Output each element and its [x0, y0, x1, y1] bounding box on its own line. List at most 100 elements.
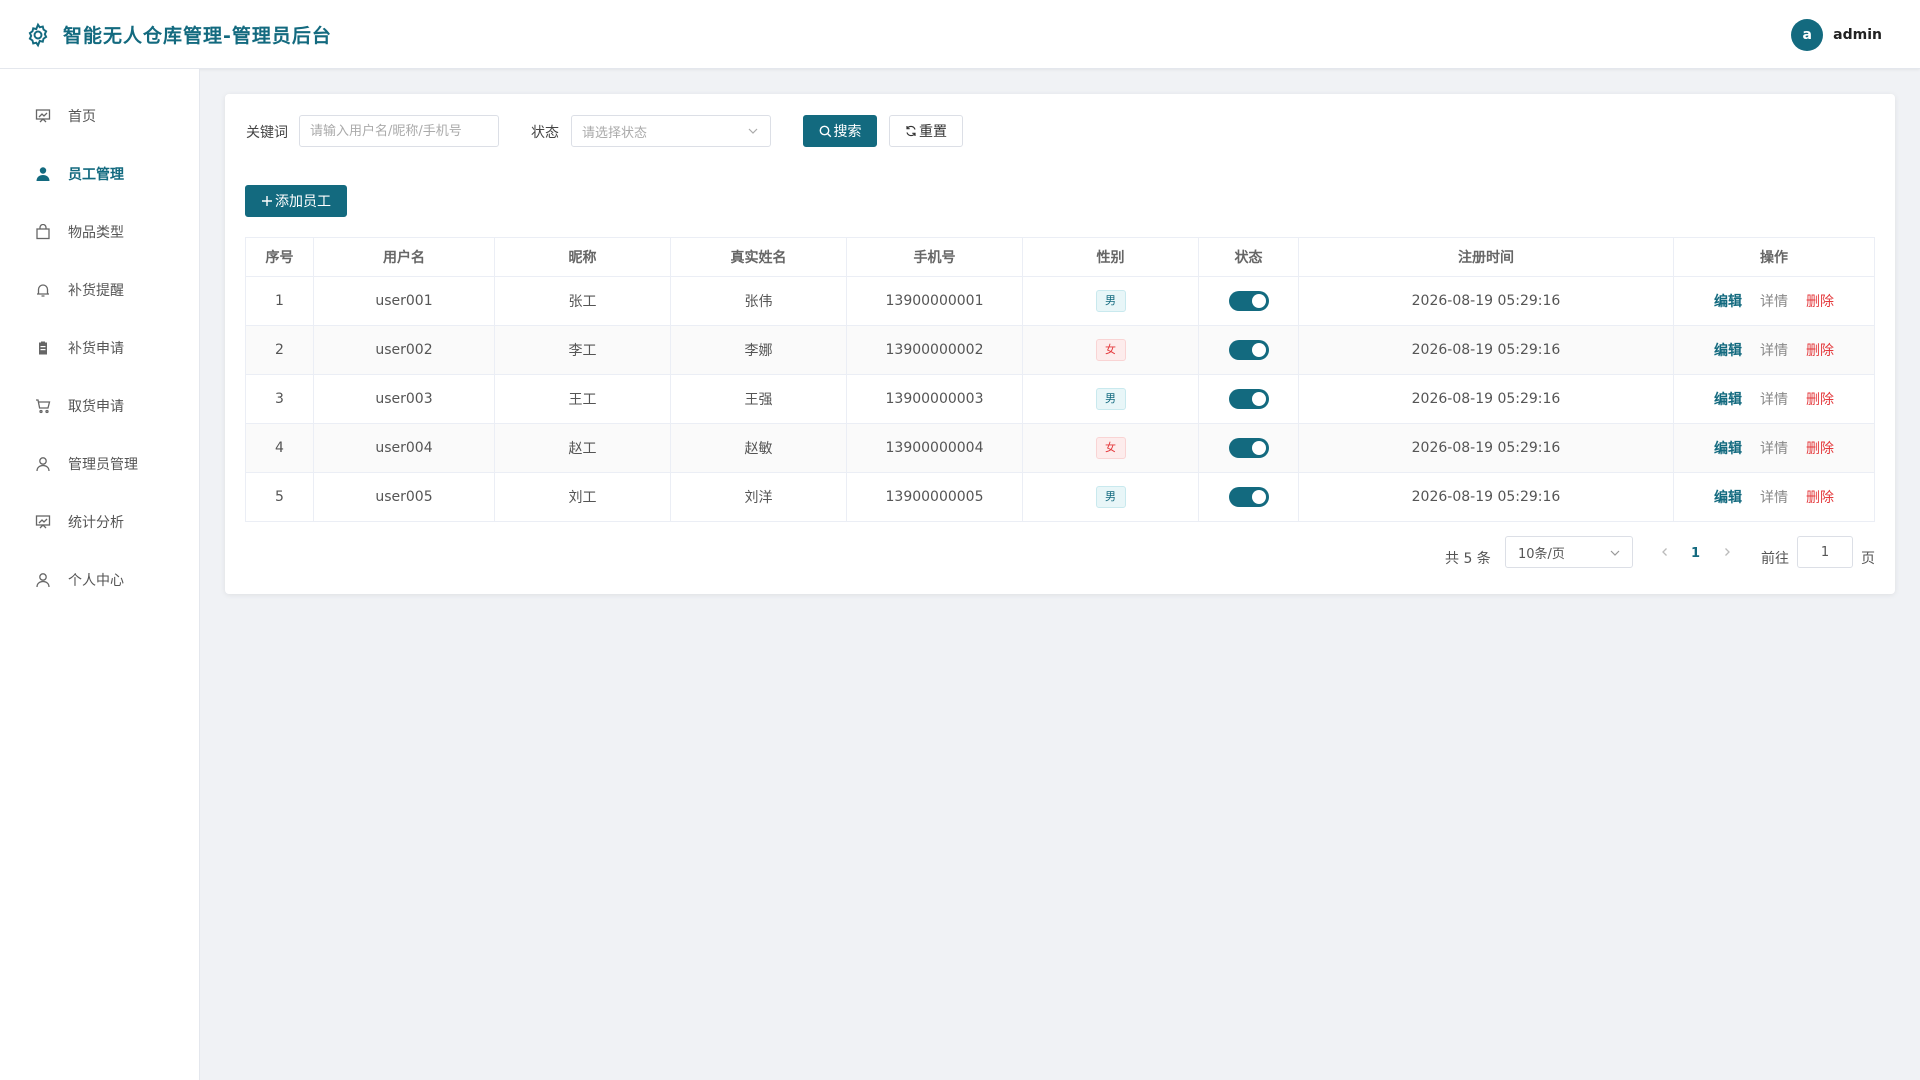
- user-filled-icon: [34, 165, 52, 183]
- cell-gender: 男: [1022, 472, 1199, 522]
- goto-label: 前往: [1761, 551, 1789, 567]
- delete-link[interactable]: 删除: [1806, 343, 1834, 359]
- delete-link[interactable]: 删除: [1806, 294, 1834, 310]
- cell-status: [1198, 276, 1299, 326]
- detail-link[interactable]: 详情: [1760, 294, 1788, 310]
- status-select-placeholder: 请选择状态: [582, 125, 648, 141]
- keyword-input[interactable]: [299, 115, 499, 147]
- clipboard-icon: [34, 339, 52, 357]
- keyword-label: 关键词: [246, 125, 288, 141]
- cell-index: 3: [245, 374, 314, 424]
- sidebar-item-label: 取货申请: [68, 399, 124, 415]
- user-icon: [34, 455, 52, 473]
- chart-board-icon: [34, 513, 52, 531]
- main-card: 关键词 状态 请选择状态 搜索 重置 添加员工 序号 用户名 昵称: [225, 94, 1895, 594]
- cart-icon: [34, 397, 52, 415]
- table-row: 2 user002 李工 李娜 13900000002 女 2026-08-19…: [245, 325, 1875, 375]
- avatar[interactable]: a: [1791, 19, 1824, 51]
- cell-index: 1: [245, 276, 314, 326]
- page-size-select[interactable]: 10条/页: [1505, 536, 1633, 568]
- cell-status: [1198, 472, 1299, 522]
- cell-username: user005: [313, 472, 495, 522]
- reset-button-label: 重置: [919, 124, 947, 140]
- status-toggle[interactable]: [1228, 389, 1269, 409]
- cell-status: [1198, 423, 1299, 473]
- chevron-right-icon: [1725, 548, 1730, 556]
- goto-page-input[interactable]: [1797, 536, 1853, 568]
- detail-link[interactable]: 详情: [1760, 343, 1788, 359]
- sidebar-item-restock-request[interactable]: 补货申请: [0, 328, 199, 368]
- refresh-icon: [905, 125, 917, 137]
- page-size-value: 10条/页: [1518, 546, 1565, 562]
- add-staff-button-label: 添加员工: [275, 194, 331, 210]
- detail-link[interactable]: 详情: [1760, 490, 1788, 506]
- cell-gender: 男: [1022, 276, 1199, 326]
- user-menu[interactable]: a admin: [1791, 19, 1882, 51]
- cell-phone: 13900000002: [846, 325, 1023, 375]
- sidebar-item-profile[interactable]: 个人中心: [0, 560, 199, 600]
- table-row: 3 user003 王工 王强 13900000003 男 2026-08-19…: [245, 374, 1875, 424]
- gender-tag: 女: [1095, 437, 1126, 459]
- bell-icon: [34, 281, 52, 299]
- add-staff-button[interactable]: 添加员工: [245, 185, 347, 217]
- cell-phone: 13900000005: [846, 472, 1023, 522]
- column-header: 真实姓名: [670, 237, 847, 277]
- username[interactable]: admin: [1833, 27, 1882, 43]
- toggle-knob: [1251, 294, 1266, 308]
- delete-link[interactable]: 删除: [1806, 392, 1834, 408]
- detail-link[interactable]: 详情: [1760, 392, 1788, 408]
- user-icon: [34, 571, 52, 589]
- page-number-current[interactable]: 1: [1691, 546, 1700, 561]
- reset-button[interactable]: 重置: [889, 115, 963, 147]
- sidebar-item-statistics[interactable]: 统计分析: [0, 502, 199, 542]
- cell-actions: 编辑 详情 删除: [1673, 374, 1875, 424]
- status-toggle[interactable]: [1228, 438, 1269, 458]
- sidebar-item-restock-reminder[interactable]: 补货提醒: [0, 270, 199, 310]
- prev-page-button[interactable]: [1655, 542, 1675, 562]
- sidebar-item-label: 统计分析: [68, 515, 124, 531]
- gender-tag: 男: [1095, 388, 1126, 410]
- search-icon: [819, 125, 832, 138]
- toggle-knob: [1251, 392, 1266, 406]
- sidebar-item-pickup-request[interactable]: 取货申请: [0, 386, 199, 426]
- column-header: 操作: [1673, 237, 1875, 277]
- sidebar-item-staff[interactable]: 员工管理: [0, 154, 199, 194]
- cell-actions: 编辑 详情 删除: [1673, 325, 1875, 375]
- gender-tag: 男: [1095, 486, 1126, 508]
- search-button[interactable]: 搜索: [803, 115, 877, 147]
- status-toggle[interactable]: [1228, 291, 1269, 311]
- app-title: 智能无人仓库管理-管理员后台: [63, 25, 332, 47]
- status-select[interactable]: 请选择状态: [571, 115, 771, 147]
- sidebar-item-label: 补货申请: [68, 341, 124, 357]
- table-row: 1 user001 张工 张伟 13900000001 男 2026-08-19…: [245, 276, 1875, 326]
- chevron-down-icon: [748, 128, 758, 134]
- cell-registered: 2026-08-19 05:29:16: [1298, 276, 1674, 326]
- cell-username: user004: [313, 423, 495, 473]
- edit-link[interactable]: 编辑: [1714, 490, 1742, 506]
- sidebar-item-label: 首页: [68, 109, 96, 125]
- sidebar-item-admin-management[interactable]: 管理员管理: [0, 444, 199, 484]
- edit-link[interactable]: 编辑: [1714, 294, 1742, 310]
- sidebar-item-label: 管理员管理: [68, 457, 138, 473]
- sidebar-item-label: 物品类型: [68, 225, 124, 241]
- edit-link[interactable]: 编辑: [1714, 392, 1742, 408]
- status-toggle[interactable]: [1228, 340, 1269, 360]
- detail-link[interactable]: 详情: [1760, 441, 1788, 457]
- cell-index: 4: [245, 423, 314, 473]
- edit-link[interactable]: 编辑: [1714, 343, 1742, 359]
- search-button-label: 搜索: [833, 124, 862, 140]
- cell-username: user003: [313, 374, 495, 424]
- edit-link[interactable]: 编辑: [1714, 441, 1742, 457]
- delete-link[interactable]: 删除: [1806, 490, 1834, 506]
- cell-nickname: 李工: [494, 325, 671, 375]
- sidebar-item-home[interactable]: 首页: [0, 96, 199, 136]
- sidebar-item-label: 个人中心: [68, 573, 124, 589]
- column-header: 注册时间: [1298, 237, 1674, 277]
- next-page-button[interactable]: [1717, 542, 1737, 562]
- cell-phone: 13900000001: [846, 276, 1023, 326]
- status-toggle[interactable]: [1228, 487, 1269, 507]
- cell-realname: 张伟: [670, 276, 847, 326]
- sidebar-item-item-types[interactable]: 物品类型: [0, 212, 199, 252]
- cell-phone: 13900000004: [846, 423, 1023, 473]
- delete-link[interactable]: 删除: [1806, 441, 1834, 457]
